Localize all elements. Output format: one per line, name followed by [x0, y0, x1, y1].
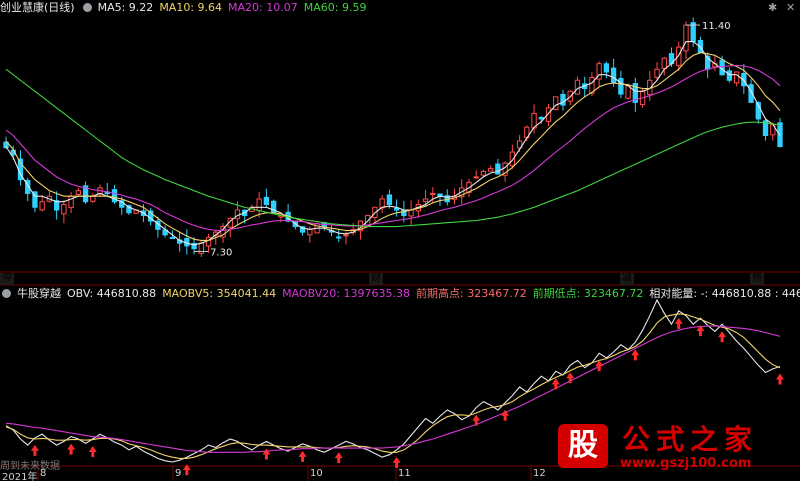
candle-body [90, 195, 96, 202]
candle-body [603, 63, 610, 73]
cross-signal-arrow [262, 448, 271, 460]
candle-body [393, 207, 400, 211]
candle-body [487, 168, 494, 172]
price-title: 创业慧康(日线) [0, 1, 75, 14]
site-logo: 股 公式之家 www.gszj100.com [558, 424, 786, 472]
cross-signal-arrow [551, 378, 560, 390]
price-annotation-1: 7.30 [210, 247, 232, 258]
candle-body [618, 78, 624, 95]
candle-body [654, 68, 660, 78]
indicator-title: 牛股穿越 [17, 287, 61, 300]
candle-body [263, 196, 270, 205]
candle-body [307, 228, 313, 236]
cross-signal-arrow [88, 446, 97, 458]
candle-body [480, 170, 487, 176]
logo-name: 公式之家 [622, 423, 759, 456]
price-annotation-0: 11.40 [702, 21, 731, 32]
candle-body [386, 194, 393, 206]
indicator-settings-icon[interactable] [2, 289, 11, 298]
candle-body [75, 190, 82, 196]
axis-month-12: 12 [533, 468, 546, 479]
candle-body [733, 71, 740, 84]
event-marker-halt[interactable]: 停 [0, 273, 14, 285]
cross-signal-arrow [334, 452, 343, 464]
candle-body [169, 236, 176, 239]
cross-signal-arrow [718, 331, 727, 343]
cross-signal-arrow [30, 444, 39, 456]
axis-month-9: 9 [175, 468, 182, 479]
ma60-readout: MA60: 9.59 [303, 1, 367, 14]
prev-high-readout: 前期高点: 323467.72 [416, 287, 527, 300]
ma5-readout: MA5: 9.22 [97, 1, 154, 14]
stock-chart-window: 11.40 7.30 创业慧康(日线) MA5: 9.22 MA10: 9.64 MA2… [0, 0, 800, 481]
cross-signal-arrow [776, 373, 784, 385]
cross-signal-arrow [631, 349, 640, 361]
candle-body [683, 24, 689, 52]
candle-body [726, 70, 733, 81]
candle-body [661, 57, 667, 69]
relative-energy-readout: 相对能量: -: 446810.88 : 446810.88 [649, 287, 800, 300]
cross-signal-arrow [298, 450, 307, 462]
ma10-readout: MA10: 9.64 [159, 1, 223, 14]
candle-body [560, 93, 566, 106]
cross-signal-arrow [472, 414, 481, 426]
candle-body [61, 204, 67, 215]
ma20-readout: MA20: 10.07 [228, 1, 298, 14]
candle-body [610, 67, 617, 84]
candle-body [343, 234, 349, 237]
close-icon[interactable]: ✕ [786, 1, 795, 14]
axis-month-11: 11 [398, 468, 411, 479]
candle-body [256, 198, 262, 212]
data-watermark: 周到未来数据 [0, 461, 60, 472]
candle-body [39, 201, 45, 211]
maobv5-readout: MAOBV5: 354041.44 [162, 287, 277, 300]
settings-icon[interactable] [82, 3, 92, 12]
candle-body [574, 79, 581, 95]
panel-settings-icon[interactable]: ✱ [768, 1, 777, 14]
candle-body [676, 46, 682, 66]
candle-body [495, 163, 501, 175]
chart-canvas[interactable]: 11.40 7.30 [0, 0, 800, 481]
maobv20-readout: MAOBV20: 1397635.38 [282, 287, 410, 300]
cross-signal-arrow [674, 317, 683, 329]
candle-body [473, 176, 479, 179]
axis-month-10: 10 [310, 468, 323, 479]
logo-mark: 股 [558, 424, 608, 468]
price-legend: 创业慧康(日线) MA5: 9.22 MA10: 9.64 MA20: 10.07 MA… [0, 0, 372, 16]
cross-signal-arrow [67, 443, 76, 455]
candle-body [430, 192, 436, 195]
cross-signal-arrow [566, 372, 575, 384]
candle-body [538, 117, 544, 120]
candle-body [422, 198, 429, 203]
prev-low-readout: 前期低点: 323467.72 [532, 287, 644, 300]
logo-url: www.gszj100.com [620, 456, 752, 471]
candle-body [336, 236, 342, 239]
indicator-legend: 牛股穿越 OBV: 446810.88 MAOBV5: 354041.44 MAOBV… [0, 286, 800, 302]
event-marker-forecast[interactable]: 预 [750, 273, 764, 285]
event-marker-finance[interactable]: 财 [369, 273, 383, 285]
obv-readout: OBV: 446810.88 [67, 287, 157, 300]
event-marker-reduce[interactable]: 减 [620, 273, 634, 285]
